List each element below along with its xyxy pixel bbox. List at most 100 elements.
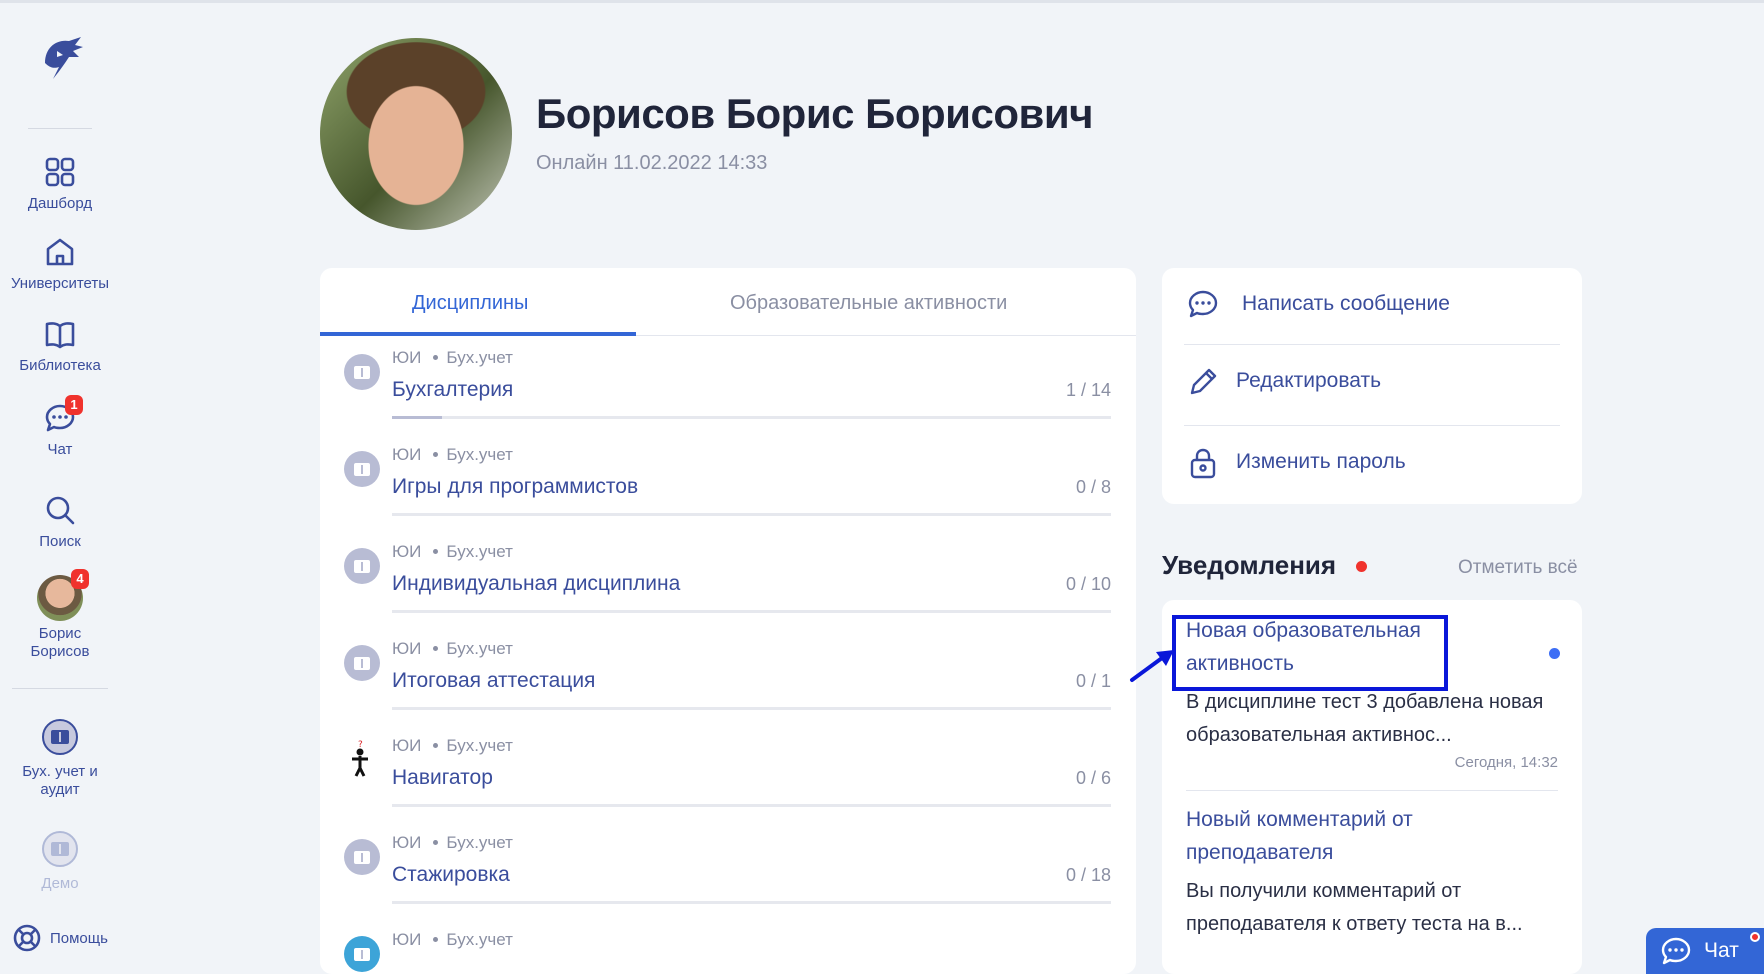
discipline-progress-bar (392, 416, 1111, 419)
sidebar-item-discipline-demo[interactable]: Демо (0, 831, 120, 892)
notifications-unread-dot (1356, 561, 1367, 572)
discipline-progress-bar (392, 804, 1111, 807)
change-password-button[interactable]: Изменить пароль (1162, 426, 1582, 502)
home-icon (43, 235, 77, 269)
sidebar-discipline-label: Бух. учет и аудит (22, 763, 98, 798)
lock-icon (1190, 448, 1216, 479)
top-border (0, 0, 1764, 3)
logo-icon[interactable] (35, 33, 87, 85)
notification-title[interactable]: Новая образовательная активность (1186, 614, 1436, 680)
profile-photo (320, 38, 512, 230)
sidebar-item-discipline-accounting[interactable]: Бух. учет и аудит (0, 719, 120, 799)
book-icon (344, 645, 380, 681)
person-question-icon: ? (352, 740, 368, 777)
profile-name: Борисов Борис Борисович (536, 90, 1094, 137)
discipline-group: Бух.учет (446, 736, 513, 755)
notification-title[interactable]: Новый комментарий от преподавателя (1186, 803, 1446, 869)
svg-text:?: ? (358, 740, 363, 750)
action-label: Редактировать (1236, 369, 1382, 392)
discipline-row[interactable]: ? ЮИ Бух.учет Навигатор 0 / 6 (320, 728, 1136, 825)
meta-separator-dot (433, 840, 439, 845)
profile-badge: 4 (71, 569, 89, 589)
tab-disciplines[interactable]: Дисциплины (412, 292, 528, 315)
sidebar-item-chat[interactable]: 1 Чат (0, 395, 120, 458)
book-icon (344, 548, 380, 584)
discipline-row[interactable]: ЮИ Бух.учет Индивидуальная дисциплина 0 / 1… (320, 534, 1136, 631)
book-icon (42, 719, 78, 755)
discipline-title[interactable]: Игры для программистов (392, 475, 638, 499)
help-link[interactable]: Помощь (12, 923, 108, 953)
sidebar-item-library[interactable]: Библиотека (0, 317, 120, 374)
meta-separator-dot (433, 646, 439, 651)
discipline-title[interactable]: Итоговая аттестация (392, 669, 595, 693)
book-icon (344, 451, 380, 487)
notification-item[interactable]: Новая образовательная активность В дисци… (1186, 614, 1558, 771)
discipline-title[interactable]: Бухгалтерия (392, 378, 513, 402)
book-icon (42, 831, 78, 867)
discipline-progress-count: 0 / 10 (1065, 574, 1111, 594)
notification-divider (1186, 790, 1558, 791)
chat-widget-button[interactable]: Чат (1646, 928, 1764, 974)
discipline-meta: ЮИ Бух.учет (392, 445, 513, 465)
discipline-group: Бух.учет (446, 639, 513, 658)
sidebar-item-search[interactable]: Поиск (0, 493, 120, 550)
discipline-meta: ЮИ Бух.учет (392, 639, 513, 659)
discipline-group: Бух.учет (446, 542, 513, 561)
sidebar-divider (28, 128, 92, 129)
discipline-progress-bar (392, 610, 1111, 613)
meta-separator-dot (433, 937, 439, 942)
sidebar-item-profile[interactable]: 4 Борис Борисов (0, 569, 120, 661)
discipline-title[interactable]: Стажировка (392, 863, 510, 887)
notifications-title: Уведомления (1162, 550, 1337, 580)
action-label: Изменить пароль (1236, 450, 1406, 473)
tab-bar: Дисциплины Образовательные активности (320, 268, 1136, 336)
help-label: Помощь (50, 929, 108, 947)
mark-all-read-link[interactable]: Отметить всё (1458, 557, 1578, 579)
tab-activities[interactable]: Образовательные активности (730, 292, 1007, 315)
profile-actions-card: Написать сообщение Редактировать Изменит… (1162, 268, 1582, 504)
sidebar-discipline-label: Демо (41, 875, 79, 892)
notifications-card: Новая образовательная активность В дисци… (1162, 600, 1582, 974)
sidebar-item-label: Университеты (10, 275, 110, 292)
discipline-progress-count: 0 / 18 (1065, 865, 1111, 885)
meta-separator-dot (433, 743, 439, 748)
online-status: Онлайн 11.02.2022 14:33 (536, 152, 768, 174)
discipline-title[interactable]: Индивидуальная дисциплина (392, 572, 680, 596)
discipline-title[interactable]: Навигатор (392, 766, 493, 790)
active-tab-indicator (320, 332, 636, 336)
write-message-button[interactable]: Написать сообщение (1162, 268, 1582, 344)
chat-icon (1188, 290, 1218, 318)
discipline-org: ЮИ (392, 348, 422, 367)
notification-item[interactable]: Новый комментарий от преподавателя Вы по… (1186, 803, 1558, 941)
avatar: 4 (37, 569, 89, 621)
sidebar-item-dashboard[interactable]: Дашборд (0, 155, 120, 212)
discipline-row[interactable]: ЮИ Бух.учет Итоговая аттестация 0 / 1 (320, 631, 1136, 728)
discipline-org: ЮИ (392, 833, 422, 852)
meta-separator-dot (433, 452, 439, 457)
discipline-progress-bar (392, 901, 1111, 904)
edit-profile-button[interactable]: Редактировать (1162, 345, 1582, 421)
discipline-row[interactable]: ЮИ Бух.учет Бухгалтерия 1 / 14 (320, 340, 1136, 437)
discipline-row[interactable]: ЮИ Бух.учет (320, 922, 1136, 974)
discipline-row[interactable]: ЮИ Бух.учет Стажировка 0 / 18 (320, 825, 1136, 922)
discipline-org: ЮИ (392, 930, 422, 949)
discipline-group: Бух.учет (446, 833, 513, 852)
discipline-progress-bar (392, 513, 1111, 516)
discipline-group: Бух.учет (446, 445, 513, 464)
discipline-row[interactable]: ЮИ Бух.учет Игры для программистов 0 / 8 (320, 437, 1136, 534)
sidebar-item-universities[interactable]: Университеты (0, 235, 120, 292)
chat-icon (1661, 937, 1691, 965)
discipline-progress-bar (392, 707, 1111, 710)
sidebar-item-label: Поиск (39, 533, 81, 550)
sidebar-item-label: Библиотека (19, 357, 101, 374)
lifebuoy-icon (13, 924, 41, 952)
discipline-meta: ЮИ Бух.учет (392, 542, 513, 562)
action-label: Написать сообщение (1242, 292, 1450, 315)
chat-bubble-icon (344, 936, 380, 972)
book-icon (344, 354, 380, 390)
search-icon (43, 493, 77, 527)
discipline-group: Бух.учет (446, 930, 513, 949)
discipline-progress-count: 0 / 8 (1075, 477, 1111, 497)
discipline-meta: ЮИ Бух.учет (392, 348, 513, 368)
chat-badge: 1 (65, 395, 83, 415)
